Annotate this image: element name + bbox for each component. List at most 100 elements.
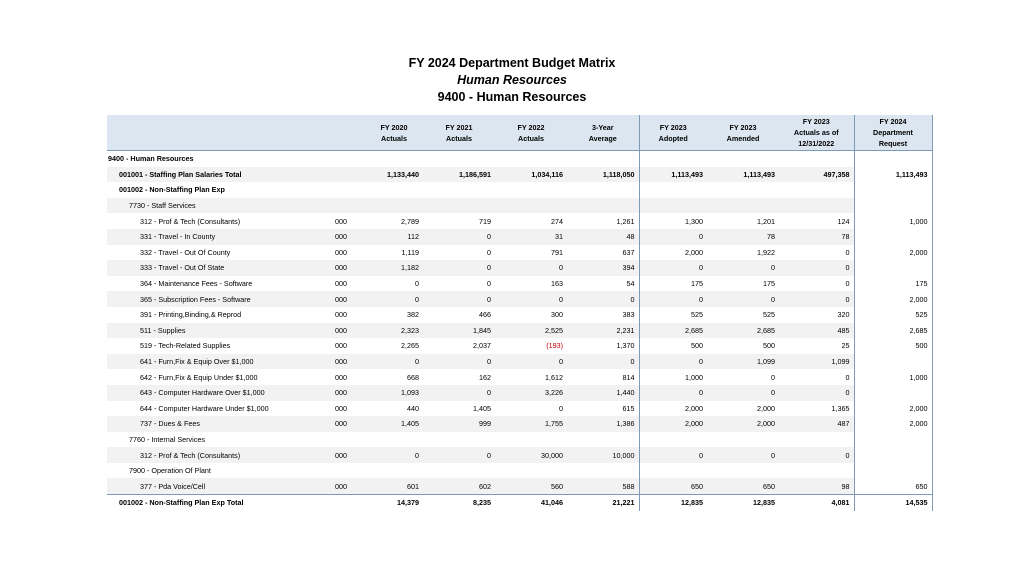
value-cell xyxy=(495,182,567,198)
value-cell: 1,133,440 xyxy=(365,166,423,183)
column-header-line: FY 2022 xyxy=(517,122,545,132)
value-cell xyxy=(853,260,933,276)
value-cell: 560 xyxy=(495,478,567,496)
table-row: 7730 - Staff Services xyxy=(107,197,933,214)
value-cell xyxy=(707,151,779,167)
value-cell: 14,535 xyxy=(853,494,933,511)
row-label: 364 - Maintenance Fees - Software xyxy=(140,279,253,289)
value-cell xyxy=(567,151,639,167)
value-cell: 0 xyxy=(771,372,775,382)
row-label: 312 - Prof & Tech (Consultants) xyxy=(107,447,335,463)
value-cell xyxy=(365,151,423,167)
value-cell xyxy=(707,197,779,214)
value-cell: 719 xyxy=(479,216,491,226)
value-cell: 320 xyxy=(837,310,850,320)
value-cell xyxy=(495,463,567,479)
value-cell: 1,113,493 xyxy=(853,166,933,183)
value-cell: 1,182 xyxy=(365,260,423,276)
value-cell xyxy=(853,353,933,370)
value-cell xyxy=(853,384,933,401)
value-cell: 1,365 xyxy=(831,403,850,413)
value-cell xyxy=(853,197,933,214)
column-header-line: Actuals xyxy=(446,133,472,143)
value-cell: 2,000 xyxy=(853,244,933,261)
row-label: 7730 - Staff Services xyxy=(107,197,335,214)
row-code: 000 xyxy=(335,353,365,370)
value-cell: 383 xyxy=(622,310,635,320)
report-titles: FY 2024 Department Budget Matrix Human R… xyxy=(0,55,1024,106)
value-cell: 1,370 xyxy=(616,341,635,351)
value-cell xyxy=(365,432,423,448)
value-cell: 4,081 xyxy=(831,498,850,508)
row-label: 001001 - Staffing Plan Salaries Total xyxy=(107,166,335,183)
header-label-col xyxy=(107,115,335,151)
table-row: 642 - Furn,Fix & Equip Under $1,000 000 66… xyxy=(107,369,933,385)
value-cell: 0 xyxy=(707,260,779,276)
value-cell xyxy=(853,150,933,167)
value-cell: 1,405 xyxy=(365,416,423,432)
table-row: 519 - Tech-Related Supplies 000 2,265 2,037… xyxy=(107,338,933,354)
value-cell: 650 xyxy=(638,478,707,496)
value-cell: 163 xyxy=(551,279,563,289)
table-row: 377 - Pda Voice/Cell 000 601 602 560 588 650 65… xyxy=(107,478,933,496)
row-label: 519 - Tech-Related Supplies xyxy=(140,341,231,351)
value-cell: 668 xyxy=(407,372,419,382)
value-cell: 440 xyxy=(407,403,419,413)
row-label: 511 - Supplies xyxy=(107,322,335,339)
value-cell xyxy=(423,182,495,198)
column-header-line: FY 2023 xyxy=(802,117,830,126)
value-cell xyxy=(567,463,639,479)
value-cell: 2,000 xyxy=(853,291,933,307)
value-cell xyxy=(365,197,423,214)
value-cell: 0 xyxy=(423,228,495,245)
value-cell: 0 xyxy=(707,384,779,401)
value-cell: 8,235 xyxy=(473,498,491,508)
row-code: 000 xyxy=(335,279,347,289)
value-cell: 2,265 xyxy=(401,341,419,351)
value-cell: 175 xyxy=(853,275,933,292)
value-cell: 1,386 xyxy=(567,416,639,432)
column-header: FY 2023 Amended xyxy=(707,115,779,151)
value-cell: (193) xyxy=(546,341,563,351)
value-cell xyxy=(365,463,423,479)
row-code: 000 xyxy=(335,403,347,413)
column-header-line: FY 2024 xyxy=(879,117,907,126)
table-row: 332 - Travel - Out Of County 000 1,119 0 791… xyxy=(107,244,933,261)
table-row: 001001 - Staffing Plan Salaries Total 1,1… xyxy=(107,166,933,183)
value-cell: 0 xyxy=(495,291,567,307)
value-cell: 500 xyxy=(638,338,707,354)
row-code xyxy=(335,151,365,167)
value-cell: 0 xyxy=(638,228,707,245)
table-row: 312 - Prof & Tech (Consultants) 000 0 0 30,0… xyxy=(107,447,933,463)
value-cell: 382 xyxy=(407,310,419,320)
table-row: 001002 - Non-Staffing Plan Exp xyxy=(107,182,933,198)
value-cell: 0 xyxy=(638,447,707,463)
row-label: 9400 - Human Resources xyxy=(108,154,194,164)
value-cell xyxy=(423,432,495,448)
value-cell: 25 xyxy=(841,341,850,351)
header-code-col xyxy=(335,115,365,151)
value-cell: 48 xyxy=(567,228,639,245)
value-cell: 500 xyxy=(853,338,933,354)
value-cell: 0 xyxy=(779,384,854,401)
value-cell: 466 xyxy=(479,310,491,320)
value-cell: 0 xyxy=(779,447,854,463)
value-cell: 1,845 xyxy=(423,322,495,339)
value-cell: 112 xyxy=(365,228,423,245)
value-cell: 300 xyxy=(551,310,563,320)
value-cell: 0 xyxy=(638,291,707,307)
value-cell: 0 xyxy=(845,279,850,289)
column-header-line: Request xyxy=(878,139,908,148)
value-cell xyxy=(779,151,854,167)
value-cell: 2,000 xyxy=(853,416,933,432)
row-label: 365 - Subscription Fees - Software xyxy=(107,291,335,307)
row-label: 001002 - Non-Staffing Plan Exp Total xyxy=(119,498,244,508)
value-cell: 175 xyxy=(763,279,775,289)
table-row: 365 - Subscription Fees - Software 000 0 0 0… xyxy=(107,291,933,307)
table-row: 364 - Maintenance Fees - Software 000 0 0 16… xyxy=(107,275,933,292)
column-header: FY 2022 Actuals xyxy=(495,115,567,151)
row-code: 000 xyxy=(335,384,365,401)
table-row: 391 - Printing,Binding,& Reprod 000 382 466… xyxy=(107,306,933,323)
value-cell: 791 xyxy=(551,247,563,257)
value-cell: 525 xyxy=(853,306,933,323)
